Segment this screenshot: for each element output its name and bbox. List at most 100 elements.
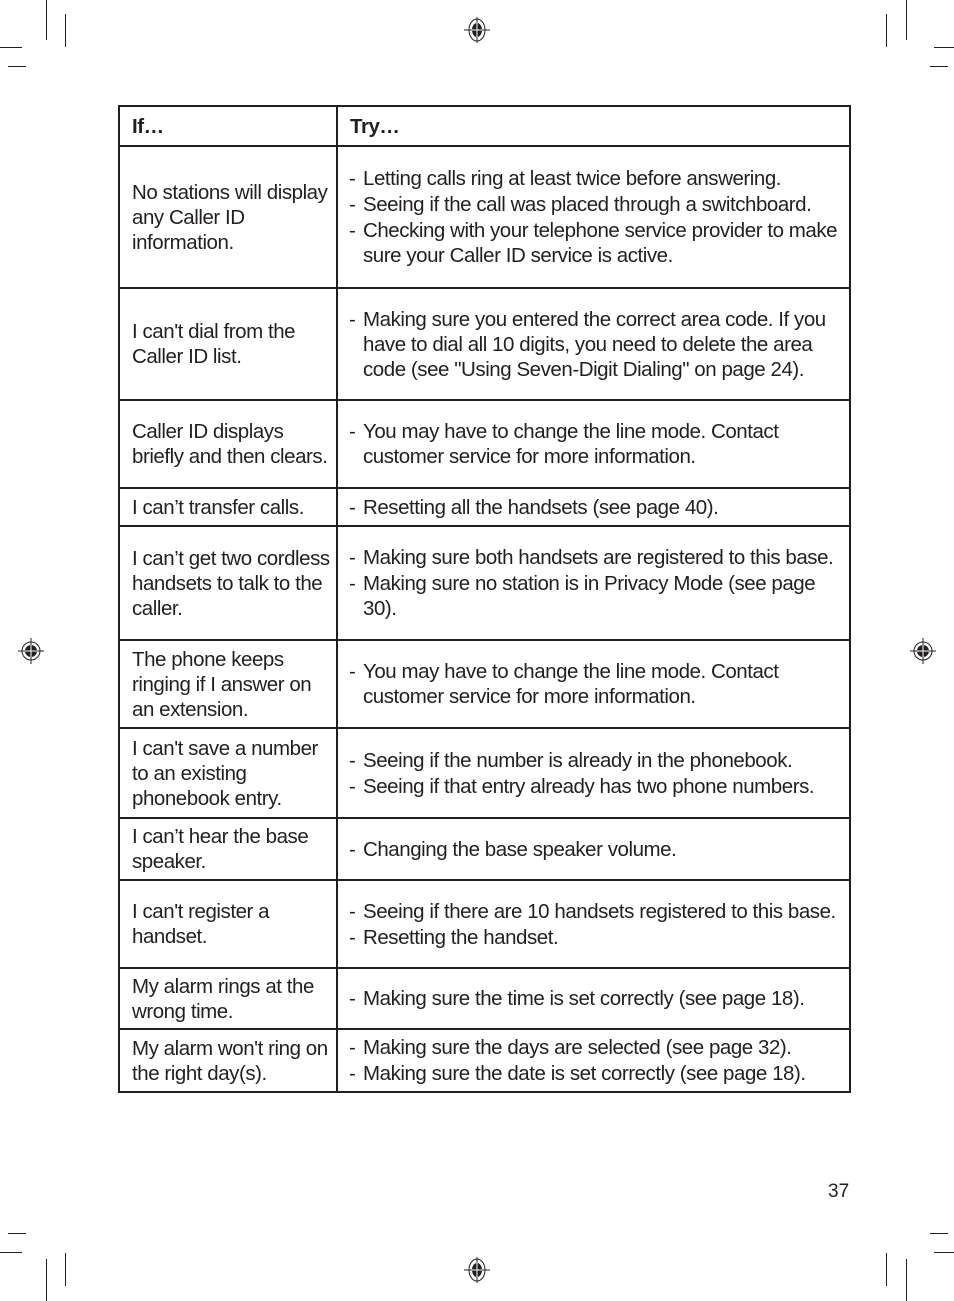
problem-cell: I can’t hear the base speaker. [118,817,338,881]
crop-mark [886,14,887,47]
solution-text: Seeing if the number is already in the p… [363,748,793,772]
registration-mark-icon [18,638,44,664]
solution-item: - Making sure no station is in Privacy Mo… [349,571,843,621]
solution-cell: - Letting calls ring at least twice befor… [336,145,851,289]
solution-text: Resetting the handset. [363,925,559,949]
table-header-row: If… Try… [118,105,851,147]
solution-item: - Resetting all the handsets (see page 40… [349,495,843,520]
table-row: I can’t hear the base speaker. - Changing … [118,817,851,881]
crop-mark [934,47,954,48]
solution-text: Seeing if there are 10 handsets register… [363,899,836,923]
solution-text: Making sure the date is set correctly (s… [363,1062,806,1085]
solution-cell: - You may have to change the line mode. C… [336,399,851,489]
solution-item: - Changing the base speaker volume. [349,837,843,862]
solution-text: Checking with your telephone service pro… [363,219,838,267]
solution-cell: - Changing the base speaker volume. [336,817,851,881]
solution-item: - Making sure you entered the correct are… [349,307,843,382]
solution-cell: - Seeing if the number is already in the … [336,727,851,819]
crop-mark [8,66,26,67]
solution-cell: - Seeing if there are 10 handsets registe… [336,879,851,969]
solution-cell: - You may have to change the line mode. C… [336,639,851,729]
solution-text: Making sure no station is in Privacy Mod… [363,572,816,620]
table-row: I can't dial from the Caller ID list. - Ma… [118,287,851,401]
problem-cell: I can't register a handset. [118,879,338,969]
solution-item: - You may have to change the line mode. C… [349,419,843,469]
column-header-try: Try… [336,105,851,147]
table-row: I can’t get two cordless handsets to tal… [118,525,851,641]
bullet-dash: - [349,420,356,443]
problem-cell: I can’t get two cordless handsets to tal… [118,525,338,641]
crop-mark [886,1253,887,1286]
problem-cell: Caller ID displays briefly and then clea… [118,399,338,489]
solution-text: Making sure both handsets are registered… [363,546,834,569]
solution-item: - Making sure both handsets are registere… [349,545,843,570]
solution-text: You may have to change the line mode. Co… [363,660,779,708]
column-header-if: If… [118,105,338,147]
solution-item: - Seeing if the number is already in the … [349,748,843,773]
bullet-dash: - [349,837,356,861]
table-row: I can't register a handset. - Seeing if th… [118,879,851,969]
bullet-dash: - [349,219,356,242]
solution-item: - You may have to change the line mode. C… [349,659,843,709]
crop-mark [65,14,66,47]
problem-cell: No stations will display any Caller ID i… [118,145,338,289]
table-row: The phone keeps ringing if I answer on a… [118,639,851,729]
registration-mark-icon [464,1257,490,1283]
bullet-dash: - [349,307,356,331]
troubleshooting-table: If… Try… No stations will display any Ca… [118,105,851,1093]
solution-cell: - Making sure both handsets are registere… [336,525,851,641]
solution-cell: - Making sure the time is set correctly (… [336,967,851,1030]
solution-text: Seeing if that entry already has two pho… [363,774,815,798]
page-number: 37 [828,1181,850,1202]
solution-text: Changing the base speaker volume. [363,837,677,861]
table-body: No stations will display any Caller ID i… [118,145,851,1093]
crop-mark [906,0,907,40]
bullet-dash: - [349,495,356,519]
table-row: I can't save a number to an existing pho… [118,727,851,819]
bullet-dash: - [349,1062,356,1085]
bullet-dash: - [349,748,356,772]
crop-mark [8,1233,26,1234]
crop-mark [934,1252,954,1253]
solution-item: - Making sure the time is set correctly (… [349,986,843,1011]
solution-text: Letting calls ring at least twice before… [363,167,782,190]
bullet-dash: - [349,572,356,595]
bullet-dash: - [349,660,356,683]
solution-text: Seeing if the call was placed through a … [363,193,812,216]
solution-cell: - Resetting all the handsets (see page 40… [336,487,851,527]
bullet-dash: - [349,167,356,190]
solution-item: - Seeing if the call was placed through a… [349,192,843,217]
problem-cell: I can’t transfer calls. [118,487,338,527]
problem-cell: My alarm rings at the wrong time. [118,967,338,1030]
problem-cell: I can't dial from the Caller ID list. [118,287,338,401]
table-row: Caller ID displays briefly and then clea… [118,399,851,489]
crop-mark [0,1252,22,1253]
solution-text: Making sure the time is set correctly (s… [363,987,805,1010]
solution-item: - Making sure the days are selected (see … [349,1035,843,1060]
problem-cell: The phone keeps ringing if I answer on a… [118,639,338,729]
problem-cell: I can't save a number to an existing pho… [118,727,338,819]
solution-text: Making sure you entered the correct area… [363,307,826,381]
solution-cell: - Making sure the days are selected (see … [336,1028,851,1093]
registration-mark-icon [910,638,936,664]
solution-item: - Checking with your telephone service pr… [349,218,843,268]
bullet-dash: - [349,546,356,569]
bullet-dash: - [349,925,356,949]
registration-mark-icon [464,17,490,43]
solution-item: - Seeing if there are 10 handsets registe… [349,899,843,924]
solution-item: - Letting calls ring at least twice befor… [349,166,843,191]
solution-item: - Making sure the date is set correctly (… [349,1061,843,1086]
bullet-dash: - [349,899,356,923]
solution-cell: - Making sure you entered the correct are… [336,287,851,401]
solution-item: - Resetting the handset. [349,925,843,950]
solution-text: You may have to change the line mode. Co… [363,420,779,468]
solution-text: Making sure the days are selected (see p… [363,1036,792,1059]
table-row: My alarm rings at the wrong time. - Making… [118,967,851,1030]
crop-mark [46,1259,47,1301]
table-row: No stations will display any Caller ID i… [118,145,851,289]
crop-mark [65,1253,66,1286]
problem-cell: My alarm won't ring on the right day(s). [118,1028,338,1093]
table-row: My alarm won't ring on the right day(s).… [118,1028,851,1093]
table-row: I can’t transfer calls. - Resetting all th… [118,487,851,527]
solution-item: - Seeing if that entry already has two ph… [349,774,843,799]
